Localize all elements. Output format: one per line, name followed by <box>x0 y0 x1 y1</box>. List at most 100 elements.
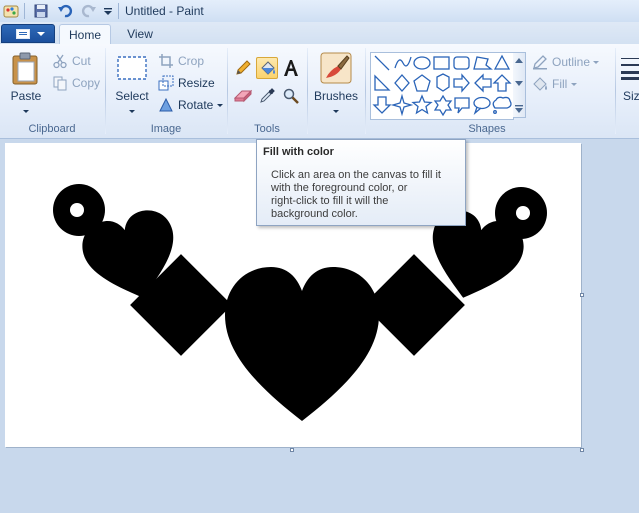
group-separator <box>615 48 616 134</box>
shapes-gallery-icons <box>372 54 512 117</box>
fill-with-color-tooltip: Fill with color Click an area on the can… <box>256 139 466 226</box>
hexagon-shape-icon <box>436 73 450 92</box>
rounded-callout-shape-icon <box>454 97 470 114</box>
tab-view[interactable]: View <box>116 24 164 44</box>
pencil-icon <box>236 60 251 75</box>
gallery-expand-icon[interactable] <box>515 105 523 113</box>
brushes-dropdown-arrow <box>312 106 360 113</box>
image-group-label: Image <box>150 123 182 135</box>
right-hoop-shape <box>495 187 547 239</box>
line-size-icon <box>621 58 639 80</box>
eyedropper-icon <box>260 88 275 103</box>
rotate-button[interactable]: Rotate <box>158 95 224 115</box>
copy-label: Copy <box>72 76 101 90</box>
shapes-gallery-scrollbar[interactable] <box>513 52 526 118</box>
down-arrow-shape-icon <box>372 96 392 114</box>
ribbon-tab-row: Home View <box>0 22 639 44</box>
tools-group: Tools <box>228 44 306 138</box>
title-bar: Untitled - Paint <box>0 0 639 23</box>
color-picker-tool[interactable] <box>256 85 278 107</box>
customize-dropdown-icon[interactable] <box>100 3 116 19</box>
polygon-shape-icon <box>473 56 493 70</box>
six-point-star-shape-icon <box>433 94 453 117</box>
save-icon[interactable] <box>33 3 49 19</box>
select-button[interactable]: Select <box>112 50 152 116</box>
fill-label: Fill <box>552 74 577 94</box>
shapes-gallery <box>370 52 514 120</box>
magnifier-icon <box>283 88 299 104</box>
undo-icon[interactable] <box>57 3 73 19</box>
resize-button[interactable]: Resize <box>158 73 224 93</box>
tools-group-label: Tools <box>254 123 280 135</box>
copy-button[interactable]: Copy <box>52 73 102 93</box>
pencil-tool[interactable] <box>232 57 254 79</box>
resize-icon <box>158 75 174 91</box>
cloud-callout-shape-icon <box>492 96 512 114</box>
eraser-icon <box>234 89 252 103</box>
redo-icon[interactable] <box>81 3 97 19</box>
shapes-group-label: Shapes <box>468 123 506 135</box>
magnifier-tool[interactable] <box>280 85 302 107</box>
text-tool[interactable] <box>280 57 302 79</box>
chevron-down-icon[interactable] <box>515 81 523 87</box>
oval-shape-icon <box>413 56 431 70</box>
oval-callout-shape-icon <box>473 96 491 115</box>
curve-shape-icon <box>394 56 412 69</box>
copy-icon <box>53 76 67 91</box>
paint-app-icon[interactable] <box>3 3 19 19</box>
right-arrow-shape-icon <box>453 73 470 93</box>
paste-button[interactable]: Paste <box>6 50 46 116</box>
tooltip-line: with the foreground color, or <box>271 182 408 194</box>
outline-icon <box>533 55 547 70</box>
clipboard-icon <box>12 52 38 85</box>
chevron-up-icon[interactable] <box>515 57 523 63</box>
canvas-resize-handle-right[interactable] <box>580 293 584 297</box>
outline-button[interactable]: Outline <box>532 52 612 72</box>
rounded-rectangle-shape-icon <box>453 56 470 70</box>
chevron-down-icon <box>37 32 45 36</box>
fill-with-color-tool[interactable] <box>256 57 278 79</box>
canvas-resize-handle-corner[interactable] <box>580 448 584 452</box>
rotate-label: Rotate <box>178 95 223 115</box>
tooltip-line: right-click to fill it will the <box>271 195 389 207</box>
fill-button[interactable]: Fill <box>532 74 612 94</box>
tooltip-body: Click an area on the canvas to fill it w… <box>271 169 463 221</box>
paint-bucket-icon <box>261 61 275 75</box>
five-point-star-shape-icon <box>411 94 433 115</box>
clipboard-group-label: Clipboard <box>28 123 76 135</box>
right-triangle-shape-icon <box>374 74 391 91</box>
ribbon: Paste Cut Copy Clipboard Select Crop Res… <box>0 44 639 139</box>
eraser-tool[interactable] <box>232 85 254 107</box>
size-label: Siz <box>623 89 639 103</box>
cut-label: Cut <box>72 54 91 68</box>
select-dropdown-arrow <box>112 106 152 113</box>
size-button[interactable]: Siz <box>619 50 639 116</box>
paste-label: Paste <box>10 89 42 103</box>
image-group: Select Crop Resize Rotate Image <box>106 44 226 138</box>
tooltip-line: Click an area on the canvas to fill it <box>271 169 441 181</box>
outline-label: Outline <box>552 52 600 72</box>
center-large-heart <box>225 267 379 421</box>
file-menu-button[interactable] <box>1 24 55 43</box>
cut-button[interactable]: Cut <box>52 51 102 71</box>
title-separator <box>118 3 119 19</box>
crop-button[interactable]: Crop <box>158 51 224 71</box>
brushes-group: Brushes <box>308 44 364 138</box>
tooltip-line: background color. <box>271 208 358 220</box>
diamond-shape-icon <box>394 74 410 92</box>
tab-home[interactable]: Home <box>59 24 111 44</box>
rotate-icon <box>159 97 173 112</box>
text-a-icon <box>284 60 298 76</box>
select-label: Select <box>115 89 149 103</box>
crop-icon <box>159 54 173 68</box>
up-arrow-shape-icon <box>492 74 512 92</box>
file-menu-icon <box>16 29 30 39</box>
four-point-star-shape-icon <box>390 93 414 117</box>
window-title: Untitled - Paint <box>125 4 204 18</box>
canvas-resize-handle-bottom[interactable] <box>290 448 294 452</box>
clipboard-group: Paste Cut Copy Clipboard <box>0 44 104 138</box>
resize-label: Resize <box>178 76 215 90</box>
triangle-shape-icon <box>493 54 511 70</box>
brushes-button[interactable]: Brushes <box>312 50 360 116</box>
line-shape-icon <box>374 55 390 71</box>
